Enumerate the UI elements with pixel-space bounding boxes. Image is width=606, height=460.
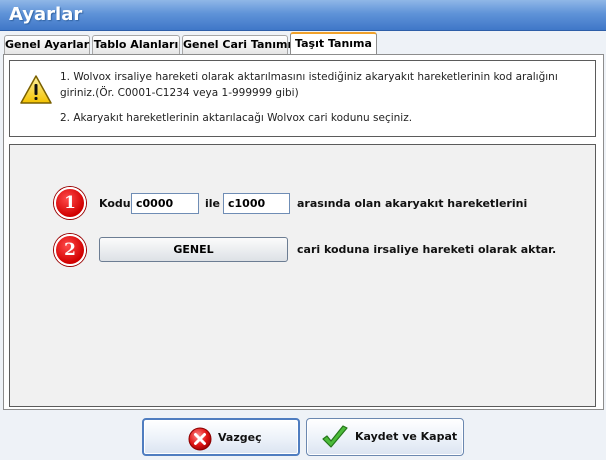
save-and-close-label: Kaydet ve Kapat <box>355 430 458 443</box>
info-text: 1. Wolvox irsaliye hareketi olarak aktar… <box>60 69 590 126</box>
title-bar: Ayarlar <box>0 0 606 31</box>
save-and-close-button[interactable]: Kaydet ve Kapat <box>306 418 464 456</box>
transfer-suffix-label: cari koduna irsaliye hareketi olarak akt… <box>297 243 557 256</box>
info-line-2: 2. Akaryakıt hareketlerinin aktarılacağı… <box>60 112 413 124</box>
window-title: Ayarlar <box>9 4 83 25</box>
code-from-input[interactable]: c0000 <box>131 193 199 214</box>
cancel-label: Vazgeç <box>218 431 262 444</box>
cancel-button[interactable]: Vazgeç <box>142 418 300 456</box>
tab-tasit-tanima[interactable]: Taşıt Tanıma <box>290 32 377 55</box>
code-to-input[interactable]: c1000 <box>223 193 290 214</box>
tab-strip: Genel Ayarlar Tablo Alanları Genel Cari … <box>0 31 606 55</box>
work-area <box>9 144 596 407</box>
tab-genel-cari-tanimi[interactable]: Genel Cari Tanımı <box>182 35 291 54</box>
info-box: 1. Wolvox irsaliye hareketi olarak aktar… <box>9 60 596 137</box>
cari-select-button[interactable]: GENEL <box>99 237 288 262</box>
cancel-x-icon <box>188 427 212 451</box>
warning-icon <box>20 75 52 104</box>
range-suffix-label: arasında olan akaryakıt hareketlerini <box>297 197 528 210</box>
ile-label: ile <box>205 197 221 210</box>
tab-tablo-alanlari[interactable]: Tablo Alanları <box>92 35 180 54</box>
step-1-badge: 1 <box>54 187 86 219</box>
info-line-1: 1. Wolvox irsaliye hareketi olarak aktar… <box>60 71 558 99</box>
step-2-badge: 2 <box>54 234 86 266</box>
checkmark-icon <box>322 425 348 448</box>
tab-genel-ayarlar[interactable]: Genel Ayarlar <box>4 35 90 54</box>
kodu-label: Kodu <box>99 197 131 210</box>
